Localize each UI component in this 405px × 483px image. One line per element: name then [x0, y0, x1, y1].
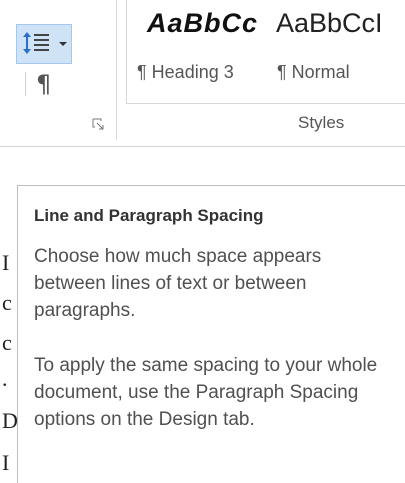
document-text-fragment: D — [2, 408, 18, 433]
styles-gallery: AaBbCc ¶ Heading 3 AaBbCcI ¶ Normal — [126, 0, 405, 104]
tooltip-title: Line and Paragraph Spacing — [34, 206, 264, 225]
tooltip-paragraph: Choose how much space appears between li… — [34, 246, 322, 321]
document-text-fragment: . — [2, 366, 8, 391]
divider — [25, 72, 26, 96]
ribbon: ¶ AaBbCc ¶ Heading 3 AaBbCcI ¶ Normal St… — [0, 0, 405, 147]
document-text-fragment: I — [2, 450, 10, 475]
style-preview-normal[interactable]: AaBbCcI — [276, 8, 383, 39]
styles-group-label: Styles — [298, 113, 345, 132]
style-preview-heading-3[interactable]: AaBbCc — [147, 8, 258, 39]
document-text-fragment: I — [2, 250, 10, 275]
line-paragraph-spacing-button[interactable] — [16, 24, 72, 64]
document-text-fragment: c — [2, 290, 12, 315]
chevron-down-icon[interactable] — [59, 42, 67, 46]
dialog-launcher-icon[interactable] — [92, 118, 104, 130]
document-text-fragment: c — [2, 330, 12, 355]
group-divider — [116, 0, 117, 140]
tooltip-body: Choose how much space appears between li… — [34, 243, 394, 433]
tooltip-paragraph: To apply the same spacing to your whole … — [34, 355, 378, 430]
tooltip: Line and Paragraph Spacing Choose how mu… — [17, 185, 405, 483]
show-hide-paragraph-marks-button[interactable]: ¶ — [36, 70, 51, 98]
style-name-normal[interactable]: ¶ Normal — [277, 62, 350, 83]
line-paragraph-spacing-icon — [23, 32, 49, 54]
style-name-heading-3[interactable]: ¶ Heading 3 — [137, 62, 234, 83]
